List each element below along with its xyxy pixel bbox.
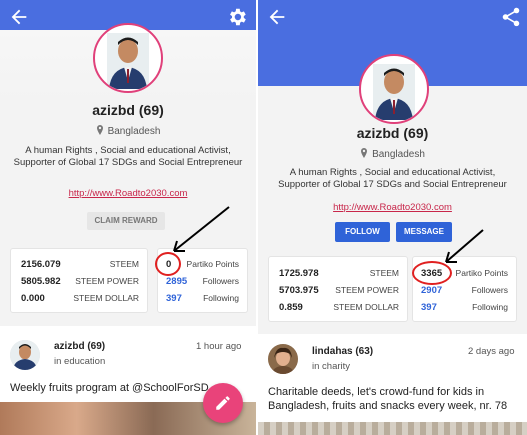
- profile-bio: A human Rights , Social and educational …: [13, 145, 243, 168]
- edit-pencil-icon: [214, 394, 232, 417]
- location-pin-icon: [96, 125, 104, 138]
- highlight-circle-annotation: [412, 261, 452, 285]
- right-profile-screen: azizbd (69) Bangladesh A human Rights , …: [258, 0, 527, 435]
- compose-fab-button[interactable]: [203, 383, 243, 423]
- profile-website-link[interactable]: http://www.Roadto2030.com: [0, 188, 256, 199]
- post-author-name[interactable]: lindahas (63): [312, 346, 373, 357]
- post-author-name[interactable]: azizbd (69): [54, 341, 105, 352]
- message-button[interactable]: MESSAGE: [396, 222, 452, 242]
- wallet-card[interactable]: 1725.978 STEEM 5703.975 STEEM POWER 0.85…: [268, 256, 408, 322]
- post-thumbnail-image[interactable]: [258, 422, 527, 435]
- post-category[interactable]: in education: [54, 356, 105, 367]
- post-timestamp: 2 days ago: [468, 346, 515, 357]
- profile-avatar[interactable]: [359, 54, 429, 124]
- highlight-circle-annotation: [155, 252, 181, 276]
- post-author-avatar[interactable]: [10, 340, 40, 370]
- feed-post[interactable]: lindahas (63) in charity 2 days ago Char…: [258, 334, 527, 435]
- profile-location: Bangladesh: [258, 148, 527, 161]
- profile-bio: A human Rights , Social and educational …: [278, 167, 507, 190]
- post-category[interactable]: in charity: [312, 361, 350, 372]
- claim-reward-button[interactable]: CLAIM REWARD: [87, 212, 165, 230]
- profile-name: azizbd (69): [356, 125, 429, 141]
- profile-name: azizbd (69): [92, 102, 164, 118]
- back-arrow-icon[interactable]: [266, 6, 288, 28]
- share-icon[interactable]: [500, 6, 522, 28]
- follow-button[interactable]: FOLLOW: [335, 222, 390, 242]
- settings-gear-icon[interactable]: [226, 6, 248, 28]
- post-timestamp: 1 hour ago: [196, 341, 242, 352]
- profile-website-link[interactable]: http://www.Roadto2030.com: [258, 202, 527, 213]
- left-profile-screen: azizbd (69) Bangladesh A human Rights , …: [0, 0, 256, 435]
- profile-location: Bangladesh: [0, 125, 256, 138]
- post-author-avatar[interactable]: [268, 344, 298, 374]
- wallet-card[interactable]: 2156.079 STEEM 5805.982 STEEM POWER 0.00…: [10, 248, 148, 313]
- back-arrow-icon[interactable]: [8, 6, 30, 28]
- profile-avatar[interactable]: [93, 23, 163, 93]
- post-title[interactable]: Charitable deeds, let's crowd-fund for k…: [268, 385, 518, 413]
- location-pin-icon: [360, 148, 368, 161]
